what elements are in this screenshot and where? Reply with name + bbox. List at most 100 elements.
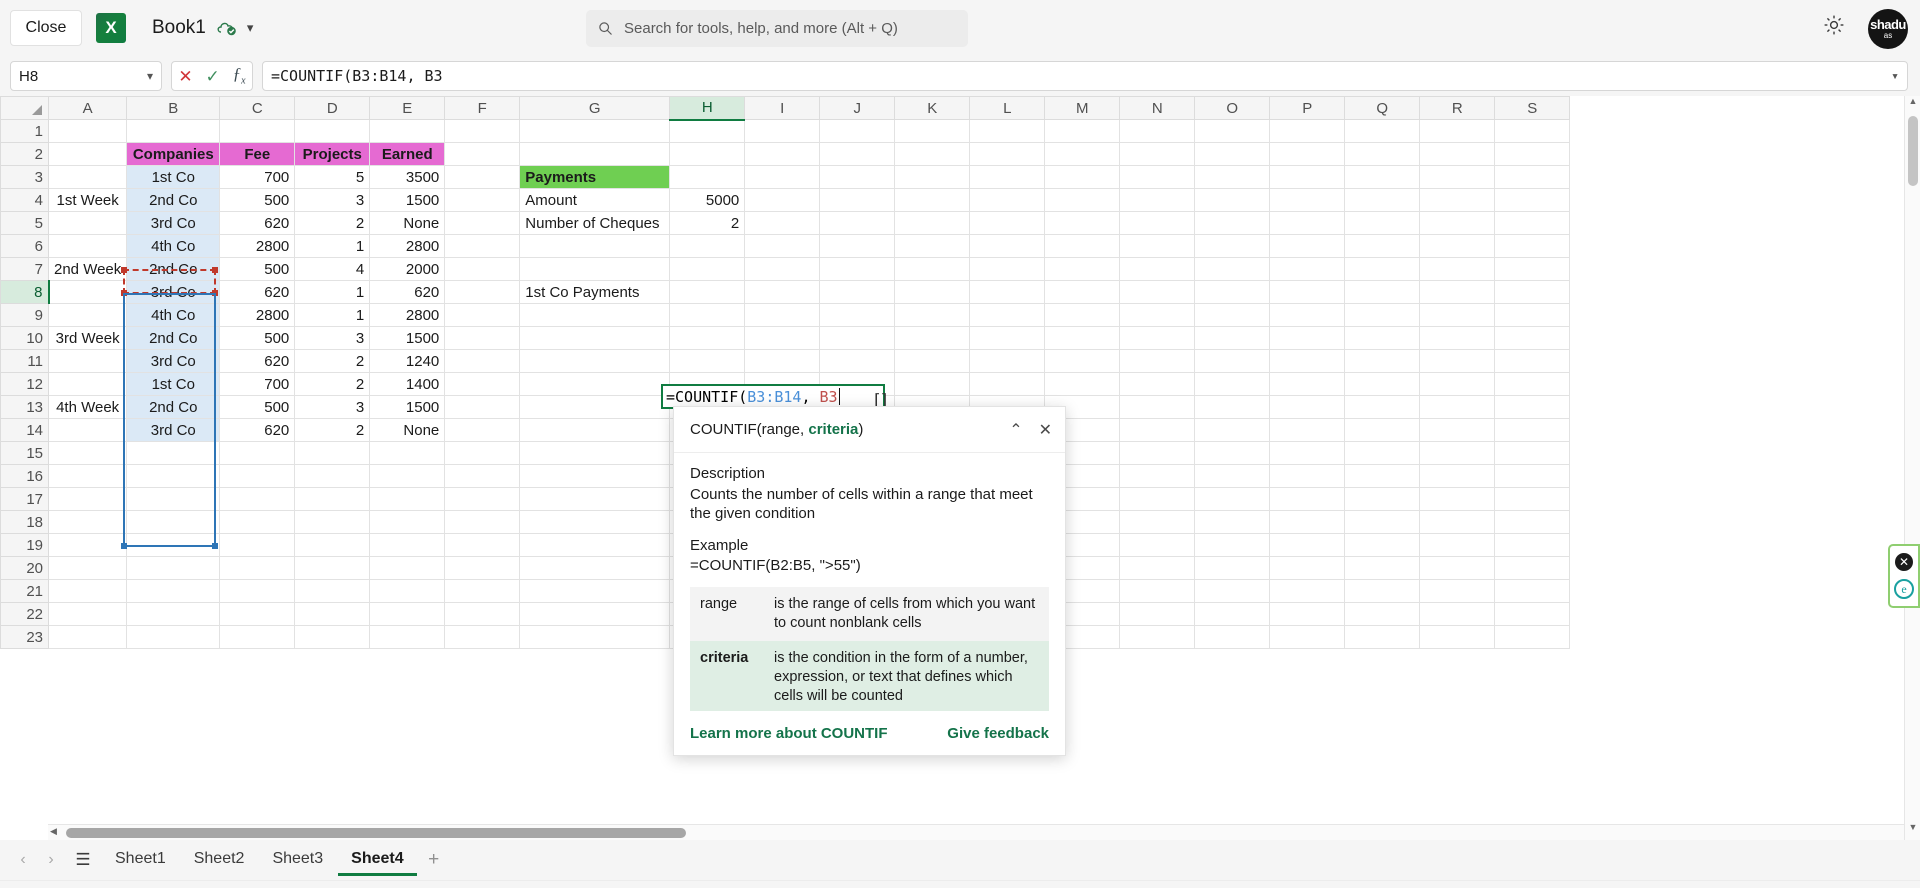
- cell-C15[interactable]: [219, 441, 296, 465]
- cell-G7[interactable]: [519, 257, 671, 281]
- cell-R9[interactable]: [1419, 303, 1496, 327]
- cell-I4[interactable]: [744, 188, 821, 212]
- cell-G18[interactable]: [519, 510, 671, 534]
- cell-G23[interactable]: [519, 625, 671, 649]
- cell-P19[interactable]: [1269, 533, 1346, 557]
- cell-Q12[interactable]: [1344, 372, 1421, 396]
- cell-A21[interactable]: [47, 579, 128, 603]
- cell-B4[interactable]: 2nd Co: [126, 188, 221, 212]
- row-header-7[interactable]: 7: [0, 257, 49, 281]
- cell-F8[interactable]: [444, 280, 521, 304]
- cell-F21[interactable]: [444, 579, 521, 603]
- cell-R11[interactable]: [1419, 349, 1496, 373]
- cell-S16[interactable]: [1494, 464, 1571, 488]
- cell-Q5[interactable]: [1344, 211, 1421, 235]
- cell-A1[interactable]: [47, 119, 128, 143]
- formula-expand-chevron-down-icon[interactable]: ▾: [1891, 69, 1899, 84]
- cell-D9[interactable]: 1: [294, 303, 371, 327]
- cell-A15[interactable]: [47, 441, 128, 465]
- cell-P3[interactable]: [1269, 165, 1346, 189]
- cell-G1[interactable]: [519, 119, 671, 143]
- spreadsheet-grid[interactable]: A B C D E F G H I J K L M N O P Q R S 1 2 Companies Fee Project…: [0, 96, 1920, 840]
- cell-O7[interactable]: [1194, 257, 1271, 281]
- cell-G8[interactable]: 1st Co Payments: [519, 280, 671, 304]
- cell-O23[interactable]: [1194, 625, 1271, 649]
- cell-F5[interactable]: [444, 211, 521, 235]
- cell-E13[interactable]: 1500: [369, 395, 446, 419]
- cell-Q13[interactable]: [1344, 395, 1421, 419]
- cell-G9[interactable]: [519, 303, 671, 327]
- close-button[interactable]: Close: [10, 10, 82, 46]
- cell-Q15[interactable]: [1344, 441, 1421, 465]
- cell-N22[interactable]: [1119, 602, 1196, 626]
- cell-K4[interactable]: [894, 188, 971, 212]
- cell-R20[interactable]: [1419, 556, 1496, 580]
- cell-C16[interactable]: [219, 464, 296, 488]
- give-feedback-link[interactable]: Give feedback: [947, 725, 1049, 742]
- cell-E11[interactable]: 1240: [369, 349, 446, 373]
- cell-R17[interactable]: [1419, 487, 1496, 511]
- cell-C12[interactable]: 700: [219, 372, 296, 396]
- cell-B6[interactable]: 4th Co: [126, 234, 221, 258]
- row-header-10[interactable]: 10: [0, 326, 49, 350]
- cell-E15[interactable]: [369, 441, 446, 465]
- grid-row[interactable]: 9 4th Co 2800 1 2800: [0, 303, 1571, 327]
- column-header-o[interactable]: O: [1194, 96, 1271, 120]
- cell-O17[interactable]: [1194, 487, 1271, 511]
- cell-G19[interactable]: [519, 533, 671, 557]
- cell-O3[interactable]: [1194, 165, 1271, 189]
- cell-E5[interactable]: None: [369, 211, 446, 235]
- cell-H5[interactable]: 2: [669, 211, 746, 235]
- cell-J6[interactable]: [819, 234, 896, 258]
- cell-G12[interactable]: [519, 372, 671, 396]
- cell-S12[interactable]: [1494, 372, 1571, 396]
- cell-Q10[interactable]: [1344, 326, 1421, 350]
- cell-M6[interactable]: [1044, 234, 1121, 258]
- cell-P15[interactable]: [1269, 441, 1346, 465]
- cell-B8[interactable]: 3rd Co: [126, 280, 221, 304]
- row-header-9[interactable]: 9: [0, 303, 49, 327]
- cell-C13[interactable]: 500: [219, 395, 296, 419]
- chevron-left-icon[interactable]: ‹: [10, 851, 36, 869]
- document-title[interactable]: Book1: [152, 17, 206, 39]
- cell-E20[interactable]: [369, 556, 446, 580]
- cell-S7[interactable]: [1494, 257, 1571, 281]
- cell-L9[interactable]: [969, 303, 1046, 327]
- cell-A6[interactable]: [47, 234, 128, 258]
- cell-P23[interactable]: [1269, 625, 1346, 649]
- row-header-13[interactable]: 13: [0, 395, 49, 419]
- row-header-5[interactable]: 5: [0, 211, 49, 235]
- cell-B1[interactable]: [126, 119, 221, 143]
- cell-D3[interactable]: 5: [294, 165, 371, 189]
- cell-R10[interactable]: [1419, 326, 1496, 350]
- cell-M8[interactable]: [1044, 280, 1121, 304]
- cell-B21[interactable]: [126, 579, 221, 603]
- grid-row[interactable]: 4 1st Week 2nd Co 500 3 1500 Amount 5000: [0, 188, 1571, 212]
- cell-C1[interactable]: [219, 119, 296, 143]
- cell-B12[interactable]: 1st Co: [126, 372, 221, 396]
- cell-Q14[interactable]: [1344, 418, 1421, 442]
- cell-N9[interactable]: [1119, 303, 1196, 327]
- cell-Q18[interactable]: [1344, 510, 1421, 534]
- cell-G11[interactable]: [519, 349, 671, 373]
- cell-C20[interactable]: [219, 556, 296, 580]
- cell-A3[interactable]: [47, 165, 128, 189]
- cell-E1[interactable]: [369, 119, 446, 143]
- row-header-12[interactable]: 12: [0, 372, 49, 396]
- row-header-4[interactable]: 4: [0, 188, 49, 212]
- cell-P21[interactable]: [1269, 579, 1346, 603]
- function-help-card[interactable]: COUNTIF(range, criteria) ⌃ ✕ Description…: [673, 406, 1066, 756]
- cell-D22[interactable]: [294, 602, 371, 626]
- cell-E21[interactable]: [369, 579, 446, 603]
- cell-N7[interactable]: [1119, 257, 1196, 281]
- cell-C18[interactable]: [219, 510, 296, 534]
- cell-F6[interactable]: [444, 234, 521, 258]
- cell-O19[interactable]: [1194, 533, 1271, 557]
- learn-more-link[interactable]: Learn more about COUNTIF: [690, 725, 888, 742]
- cell-M12[interactable]: [1044, 372, 1121, 396]
- cell-L3[interactable]: [969, 165, 1046, 189]
- cell-G6[interactable]: [519, 234, 671, 258]
- cell-H6[interactable]: [669, 234, 746, 258]
- row-header-1[interactable]: 1: [0, 119, 49, 143]
- cell-R1[interactable]: [1419, 119, 1496, 143]
